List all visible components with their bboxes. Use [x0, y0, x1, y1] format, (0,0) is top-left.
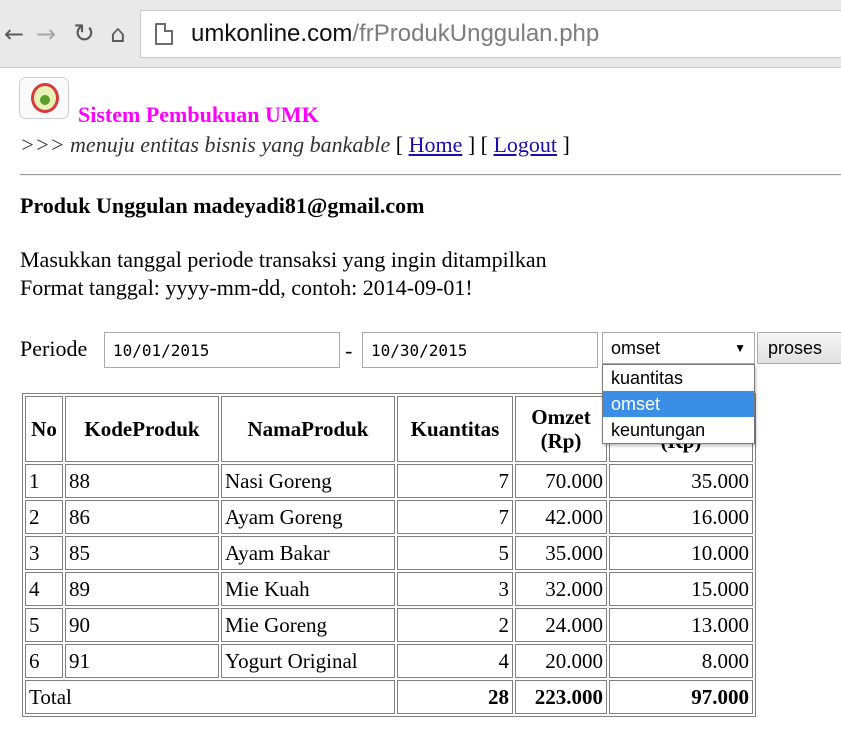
cell-nama: Yogurt Original	[221, 644, 395, 678]
cell-no: 2	[25, 500, 63, 534]
col-header-nama: NamaProduk	[221, 396, 395, 462]
instruction-text: Masukkan tanggal periode transaksi yang …	[20, 247, 547, 272]
tagline: >>> menuju entitas bisnis yang bankable …	[20, 132, 570, 157]
chevron-down-icon: ▼	[734, 341, 746, 355]
tagline-prefix: >>>	[20, 132, 65, 157]
umk-logo	[19, 77, 69, 119]
table-row: 3 85 Ayam Bakar 5 35.000 10.000	[25, 536, 753, 570]
cell-keuntungan: 15.000	[609, 572, 753, 606]
cell-no: 4	[25, 572, 63, 606]
table-row: 1 88 Nasi Goreng 7 70.000 35.000	[25, 464, 753, 498]
cell-no: 3	[25, 536, 63, 570]
table-row: 2 86 Ayam Goreng 7 42.000 16.000	[25, 500, 753, 534]
cell-omzet: 42.000	[515, 500, 607, 534]
url-path: /frProdukUnggulan.php	[352, 20, 600, 47]
logo-core	[40, 95, 50, 105]
cell-no: 1	[25, 464, 63, 498]
cell-nama: Ayam Goreng	[221, 500, 395, 534]
cell-kuantitas: 7	[397, 500, 513, 534]
proses-button[interactable]: proses	[757, 332, 841, 364]
total-label: Total	[25, 680, 395, 714]
toolbar-divider	[0, 67, 841, 68]
cell-kode: 89	[65, 572, 219, 606]
header-divider	[20, 174, 841, 176]
col-header-kuantitas: Kuantitas	[397, 396, 513, 462]
option-keuntungan[interactable]: keuntungan	[603, 417, 754, 443]
cell-kode: 85	[65, 536, 219, 570]
cell-kuantitas: 2	[397, 608, 513, 642]
cell-kuantitas: 5	[397, 536, 513, 570]
app-title: Sistem Pembukuan UMK	[78, 102, 319, 127]
table-row: 6 91 Yogurt Original 4 20.000 8.000	[25, 644, 753, 678]
col-header-omzet: Omzet (Rp)	[515, 396, 607, 462]
page-icon	[155, 23, 173, 45]
date-format-hint: Format tanggal: yyyy-mm-dd, contoh: 2014…	[20, 275, 473, 300]
cell-nama: Mie Kuah	[221, 572, 395, 606]
cell-keuntungan: 16.000	[609, 500, 753, 534]
start-date-input[interactable]	[104, 332, 340, 368]
cell-kode: 91	[65, 644, 219, 678]
cell-keuntungan: 8.000	[609, 644, 753, 678]
cell-no: 6	[25, 644, 63, 678]
address-bar[interactable]: umkonline.com/frProdukUnggulan.php	[140, 10, 841, 58]
sort-select-dropdown: kuantitas omset keuntungan	[602, 364, 755, 444]
home-icon[interactable]: ⌂	[104, 16, 132, 52]
cell-keuntungan: 13.000	[609, 608, 753, 642]
browser-toolbar: ← → ↻ ⌂ umkonline.com/frProdukUnggulan.p…	[0, 0, 841, 67]
periode-label: Periode	[20, 336, 88, 361]
sort-select-value: omset	[611, 338, 661, 358]
reload-icon[interactable]: ↻	[70, 16, 98, 52]
date-separator: -	[345, 338, 353, 363]
logo-emblem	[31, 83, 59, 113]
total-kuantitas: 28	[397, 680, 513, 714]
url-host: umkonline.com	[191, 20, 353, 47]
col-header-no: No	[25, 396, 63, 462]
cell-omzet: 70.000	[515, 464, 607, 498]
cell-omzet: 20.000	[515, 644, 607, 678]
cell-kuantitas: 4	[397, 644, 513, 678]
option-kuantitas[interactable]: kuantitas	[603, 365, 754, 391]
cell-omzet: 35.000	[515, 536, 607, 570]
cell-kode: 86	[65, 500, 219, 534]
cell-kode: 88	[65, 464, 219, 498]
cell-kode: 90	[65, 608, 219, 642]
cell-nama: Ayam Bakar	[221, 536, 395, 570]
cell-no: 5	[25, 608, 63, 642]
table-row: 5 90 Mie Goreng 2 24.000 13.000	[25, 608, 753, 642]
cell-keuntungan: 10.000	[609, 536, 753, 570]
col-header-kode: KodeProduk	[65, 396, 219, 462]
total-keuntungan: 97.000	[609, 680, 753, 714]
back-icon[interactable]: ←	[0, 16, 28, 52]
page-heading: Produk Unggulan madeyadi81@gmail.com	[20, 193, 425, 218]
sort-select[interactable]: omset ▼	[602, 332, 755, 364]
forward-icon[interactable]: →	[32, 16, 60, 52]
end-date-input[interactable]	[362, 332, 598, 368]
logout-link[interactable]: Logout	[493, 132, 557, 157]
cell-nama: Mie Goreng	[221, 608, 395, 642]
home-link[interactable]: Home	[409, 132, 463, 157]
cell-nama: Nasi Goreng	[221, 464, 395, 498]
option-omset[interactable]: omset	[603, 391, 754, 417]
cell-omzet: 24.000	[515, 608, 607, 642]
cell-kuantitas: 7	[397, 464, 513, 498]
table-total-row: Total 28 223.000 97.000	[25, 680, 753, 714]
table-row: 4 89 Mie Kuah 3 32.000 15.000	[25, 572, 753, 606]
cell-keuntungan: 35.000	[609, 464, 753, 498]
tagline-text: menuju entitas bisnis yang bankable	[70, 132, 391, 157]
total-omzet: 223.000	[515, 680, 607, 714]
cell-omzet: 32.000	[515, 572, 607, 606]
cell-kuantitas: 3	[397, 572, 513, 606]
